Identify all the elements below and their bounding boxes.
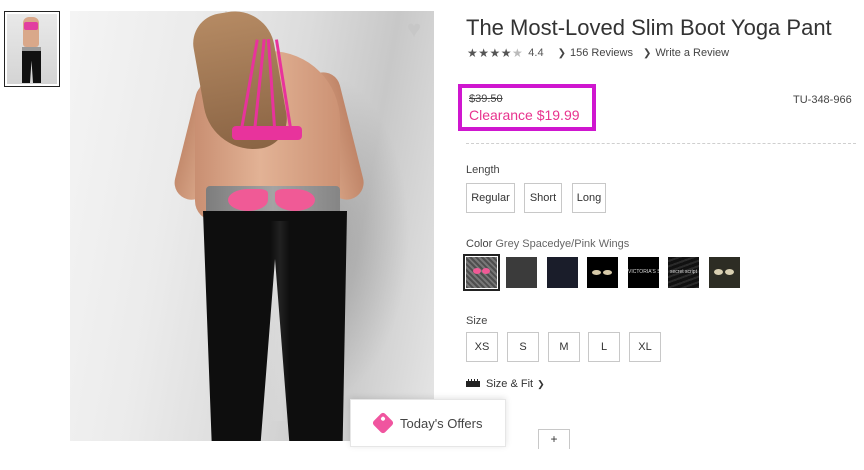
star-rating-icon: ★★★★★ — [467, 46, 524, 60]
color-swatch-charcoal[interactable] — [506, 257, 537, 288]
price-box: $39.50 Clearance $19.99 — [458, 84, 596, 131]
color-swatch-black-gold-wings[interactable] — [587, 257, 618, 288]
rating-row: ★★★★★ 4.4 ❯ 156 Reviews ❯ Write a Review — [467, 46, 729, 60]
color-swatch-black-text-print[interactable]: VICTORIA'S SECRET — [628, 257, 659, 288]
product-thumbnail[interactable] — [4, 11, 60, 87]
size-label: Size — [466, 315, 488, 327]
product-main-image — [70, 11, 434, 441]
quantity-increment-button[interactable]: + — [538, 429, 570, 449]
color-swatch-olive-wings[interactable] — [709, 257, 740, 288]
chevron-right-icon: ❯ — [557, 48, 566, 59]
sale-price: Clearance $19.99 — [469, 107, 580, 123]
color-swatch-navy[interactable] — [547, 257, 578, 288]
color-swatch-black-script[interactable]: secret script — [668, 257, 699, 288]
reviews-link[interactable]: ❯ 156 Reviews — [558, 47, 633, 59]
chevron-right-icon: ❯ — [537, 378, 545, 389]
color-label: Color Grey Spacedye/Pink Wings — [466, 238, 630, 250]
chevron-right-icon: ❯ — [642, 48, 652, 59]
divider — [466, 143, 856, 144]
todays-offers-button[interactable]: Today's Offers — [350, 399, 506, 447]
size-fit-link[interactable]: Size & Fit ❯ — [466, 378, 545, 390]
size-option-xl[interactable]: XL — [629, 332, 661, 362]
size-option-m[interactable]: M — [548, 332, 580, 362]
write-review-link[interactable]: ❯ Write a Review — [643, 47, 729, 59]
tag-icon — [371, 411, 395, 435]
length-option-short[interactable]: Short — [524, 183, 562, 213]
rating-value: 4.4 — [528, 47, 544, 59]
length-label: Length — [466, 164, 500, 176]
original-price: $39.50 — [469, 93, 503, 105]
length-option-regular[interactable]: Regular — [466, 183, 515, 213]
color-swatch-grey-spacedye[interactable] — [463, 254, 500, 291]
thumbnail-image — [7, 14, 57, 84]
heart-icon[interactable]: ♥ — [401, 17, 427, 43]
selected-color-name: Grey Spacedye/Pink Wings — [495, 238, 630, 250]
product-title: The Most-Loved Slim Boot Yoga Pant — [466, 15, 832, 40]
size-option-l[interactable]: L — [588, 332, 620, 362]
size-option-xs[interactable]: XS — [466, 332, 498, 362]
length-option-long[interactable]: Long — [572, 183, 606, 213]
size-option-s[interactable]: S — [507, 332, 539, 362]
ruler-icon — [466, 379, 480, 387]
product-sku: TU-348-966 — [793, 94, 852, 106]
